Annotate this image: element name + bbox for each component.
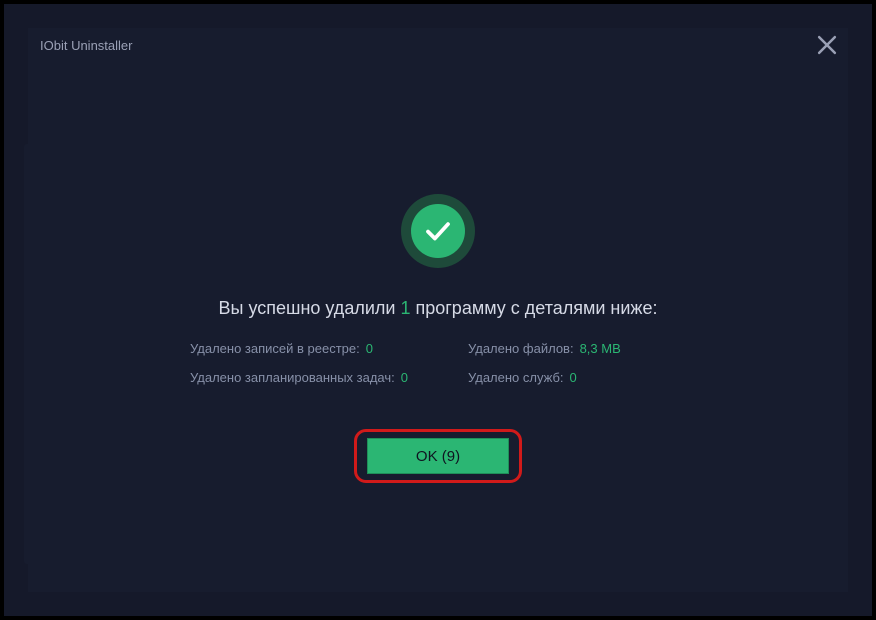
ok-button-label: OK (9) xyxy=(416,448,460,465)
value: 0 xyxy=(366,341,373,356)
value: 8,3 MB xyxy=(580,341,621,356)
window-title: IObit Uninstaller xyxy=(40,38,132,53)
ok-button-highlight: OK (9) xyxy=(354,429,522,483)
dialog-content: Вы успешно удалили 1 программу с деталям… xyxy=(28,62,848,592)
label: Удалено служб: xyxy=(468,370,564,385)
label: Удалено запланированных задач: xyxy=(190,370,395,385)
label: Удалено файлов: xyxy=(468,341,574,356)
detail-tasks: Удалено запланированных задач: 0 xyxy=(190,370,408,385)
label: Удалено записей в реестре: xyxy=(190,341,360,356)
detail-files: Удалено файлов: 8,3 MB xyxy=(468,341,686,356)
headline-pre: Вы успешно удалили xyxy=(219,298,401,318)
detail-services: Удалено служб: 0 xyxy=(468,370,686,385)
headline-post: программу с деталями ниже: xyxy=(410,298,657,318)
success-headline: Вы успешно удалили 1 программу с деталям… xyxy=(219,298,658,319)
app-backdrop: IObit Uninstaller Вы успешно удалили 1 п… xyxy=(4,4,872,616)
titlebar: IObit Uninstaller xyxy=(28,28,848,62)
success-checkmark-icon xyxy=(401,194,475,268)
detail-registry: Удалено записей в реестре: 0 xyxy=(190,341,408,356)
value: 0 xyxy=(570,370,577,385)
details-grid: Удалено записей в реестре: 0 Удалено фай… xyxy=(190,341,686,385)
value: 0 xyxy=(401,370,408,385)
close-icon[interactable] xyxy=(816,34,838,56)
ok-button[interactable]: OK (9) xyxy=(367,438,509,474)
uninstall-complete-dialog: IObit Uninstaller Вы успешно удалили 1 п… xyxy=(28,28,848,592)
headline-count: 1 xyxy=(400,298,410,318)
